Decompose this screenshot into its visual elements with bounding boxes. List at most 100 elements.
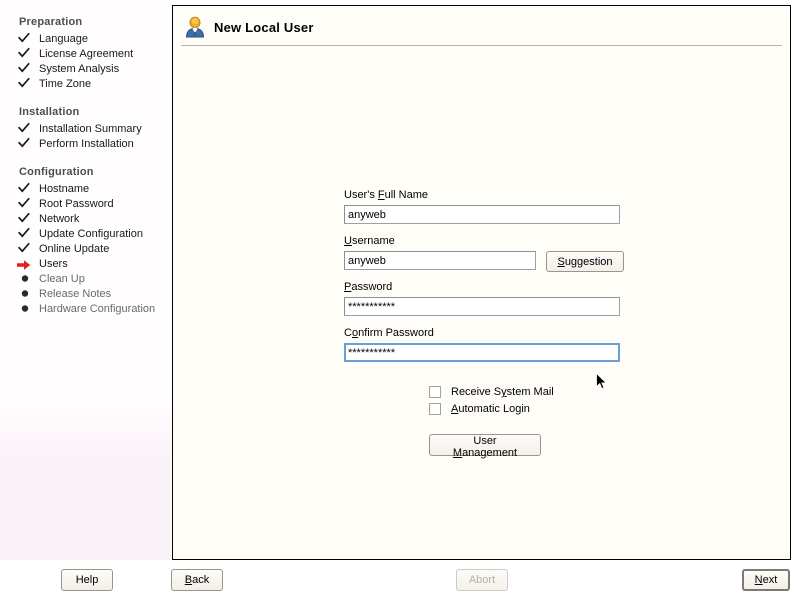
full-name-label: User's Full Name — [344, 189, 634, 202]
user-management-row: User Management — [429, 434, 634, 459]
username-label-post: sername — [351, 235, 395, 247]
sidebar-item-language[interactable]: Language — [0, 32, 171, 47]
sidebar-item-label: Time Zone — [39, 78, 92, 90]
sidebar-group-title: Installation — [19, 106, 80, 118]
bullet-icon — [20, 302, 36, 317]
check-icon — [18, 137, 34, 152]
sidebar-item-label: Online Update — [39, 243, 110, 255]
help-button[interactable]: Help — [61, 569, 113, 591]
full-name-row: User's Full Name — [344, 189, 634, 224]
receive-mail-label-pre: Receive S — [451, 386, 502, 398]
username-label: Username — [344, 235, 634, 248]
sidebar-item-label: Root Password — [39, 198, 114, 210]
confirm-password-label: Confirm Password — [344, 327, 634, 340]
abort-button: Abort — [456, 569, 508, 591]
receive-system-mail-label: Receive System Mail — [451, 386, 554, 398]
next-label-post: ext — [762, 574, 778, 586]
sidebar-item-hardware-configuration: Hardware Configuration — [0, 302, 171, 317]
sidebar-item-release-notes: Release Notes — [0, 287, 171, 302]
sidebar-item-online-update[interactable]: Online Update — [0, 242, 171, 257]
check-icon — [18, 227, 34, 242]
receive-system-mail-checkbox-row[interactable]: Receive System Mail — [429, 384, 634, 401]
wizard-button-bar: Help Back Abort Next — [0, 560, 801, 599]
auto-login-label-post: utomatic Login — [458, 403, 530, 415]
page-title: New Local User — [214, 20, 314, 35]
check-icon — [18, 122, 34, 137]
suggestion-button[interactable]: Suggestion — [546, 251, 624, 272]
confirm-password-label-post: nfirm Password — [358, 327, 434, 339]
check-icon — [18, 47, 34, 62]
content-panel: New Local User User's Full Name Username… — [172, 5, 791, 560]
sidebar-item-network[interactable]: Network — [0, 212, 171, 227]
header-divider — [181, 45, 782, 46]
sidebar-item-label: Hostname — [39, 183, 90, 195]
next-button[interactable]: Next — [742, 569, 790, 591]
password-row: Password — [344, 281, 634, 316]
sidebar-item-system-analysis[interactable]: System Analysis — [0, 62, 171, 77]
check-icon — [18, 212, 34, 227]
suggestion-label-post: uggestion — [564, 255, 613, 268]
sidebar-item-label: Installation Summary — [39, 123, 142, 135]
user-management-button[interactable]: User Management — [429, 434, 541, 459]
check-icon — [18, 197, 34, 212]
password-label-post: assword — [351, 281, 393, 293]
bullet-icon — [20, 272, 36, 287]
confirm-password-input[interactable] — [344, 343, 620, 362]
confirm-password-label-pre: C — [344, 327, 352, 339]
next-label-mnemonic: N — [754, 574, 763, 586]
suggestion-label-mnemonic: S — [557, 255, 565, 268]
new-local-user-form: User's Full Name Username Suggestion Pas… — [344, 189, 634, 459]
full-name-input[interactable] — [344, 205, 620, 224]
receive-mail-label-post: stem Mail — [506, 386, 554, 398]
sidebar-item-label: Users — [39, 258, 68, 270]
check-icon — [18, 77, 34, 92]
sidebar-item-label: Hardware Configuration — [39, 303, 156, 315]
sidebar-item-label: Clean Up — [39, 273, 85, 285]
sidebar-item-users: Users — [0, 257, 171, 272]
check-icon — [18, 32, 34, 47]
sidebar-item-label: Language — [39, 33, 88, 45]
username-label-mnemonic: U — [344, 235, 352, 247]
sidebar-item-label: Release Notes — [39, 288, 112, 300]
back-button[interactable]: Back — [171, 569, 223, 591]
sidebar-item-clean-up: Clean Up — [0, 272, 171, 287]
sidebar-item-label: Update Configuration — [39, 228, 143, 240]
sidebar-item-root-password[interactable]: Root Password — [0, 197, 171, 212]
user-icon — [184, 16, 206, 38]
full-name-label-post: ull Name — [384, 189, 429, 201]
confirm-password-row: Confirm Password — [344, 327, 634, 362]
full-name-label-pre: User's — [344, 189, 378, 201]
check-icon — [18, 62, 34, 77]
receive-system-mail-checkbox[interactable] — [429, 386, 441, 398]
password-input[interactable] — [344, 297, 620, 316]
sidebar-item-installation-summary[interactable]: Installation Summary — [0, 122, 171, 137]
sidebar-item-label: Perform Installation — [39, 138, 134, 150]
automatic-login-label: Automatic Login — [451, 403, 530, 415]
sidebar-item-label: System Analysis — [39, 63, 120, 75]
sidebar-item-time-zone[interactable]: Time Zone — [0, 77, 171, 92]
bullet-icon — [20, 287, 36, 302]
sidebar-nav: Preparation Language License Agreement Syst… — [0, 0, 171, 317]
sidebar-item-label: Network — [39, 213, 80, 225]
panel-header: New Local User — [173, 6, 790, 46]
automatic-login-checkbox-row[interactable]: Automatic Login — [429, 401, 634, 418]
back-label-post: ack — [192, 574, 210, 586]
sidebar-item-update-configuration[interactable]: Update Configuration — [0, 227, 171, 242]
sidebar-item-hostname[interactable]: Hostname — [0, 182, 171, 197]
username-input[interactable] — [344, 251, 536, 270]
check-icon — [18, 182, 34, 197]
username-row: Username Suggestion — [344, 235, 634, 272]
user-mgmt-label-pre: User — [473, 435, 497, 447]
check-icon — [18, 242, 34, 257]
sidebar-group-title: Configuration — [19, 166, 94, 178]
progress-sidebar: Preparation Language License Agreement Syst… — [0, 0, 171, 599]
back-label-mnemonic: B — [184, 574, 193, 586]
automatic-login-checkbox[interactable] — [429, 403, 441, 415]
sidebar-item-label: License Agreement — [39, 48, 134, 60]
sidebar-item-license-agreement[interactable]: License Agreement — [0, 47, 171, 62]
user-mgmt-label-post: anagement — [462, 447, 518, 459]
sidebar-item-perform-installation[interactable]: Perform Installation — [0, 137, 171, 152]
sidebar-group-title: Preparation — [19, 16, 83, 28]
password-label: Password — [344, 281, 634, 294]
full-name-label-mnemonic: F — [377, 189, 385, 201]
